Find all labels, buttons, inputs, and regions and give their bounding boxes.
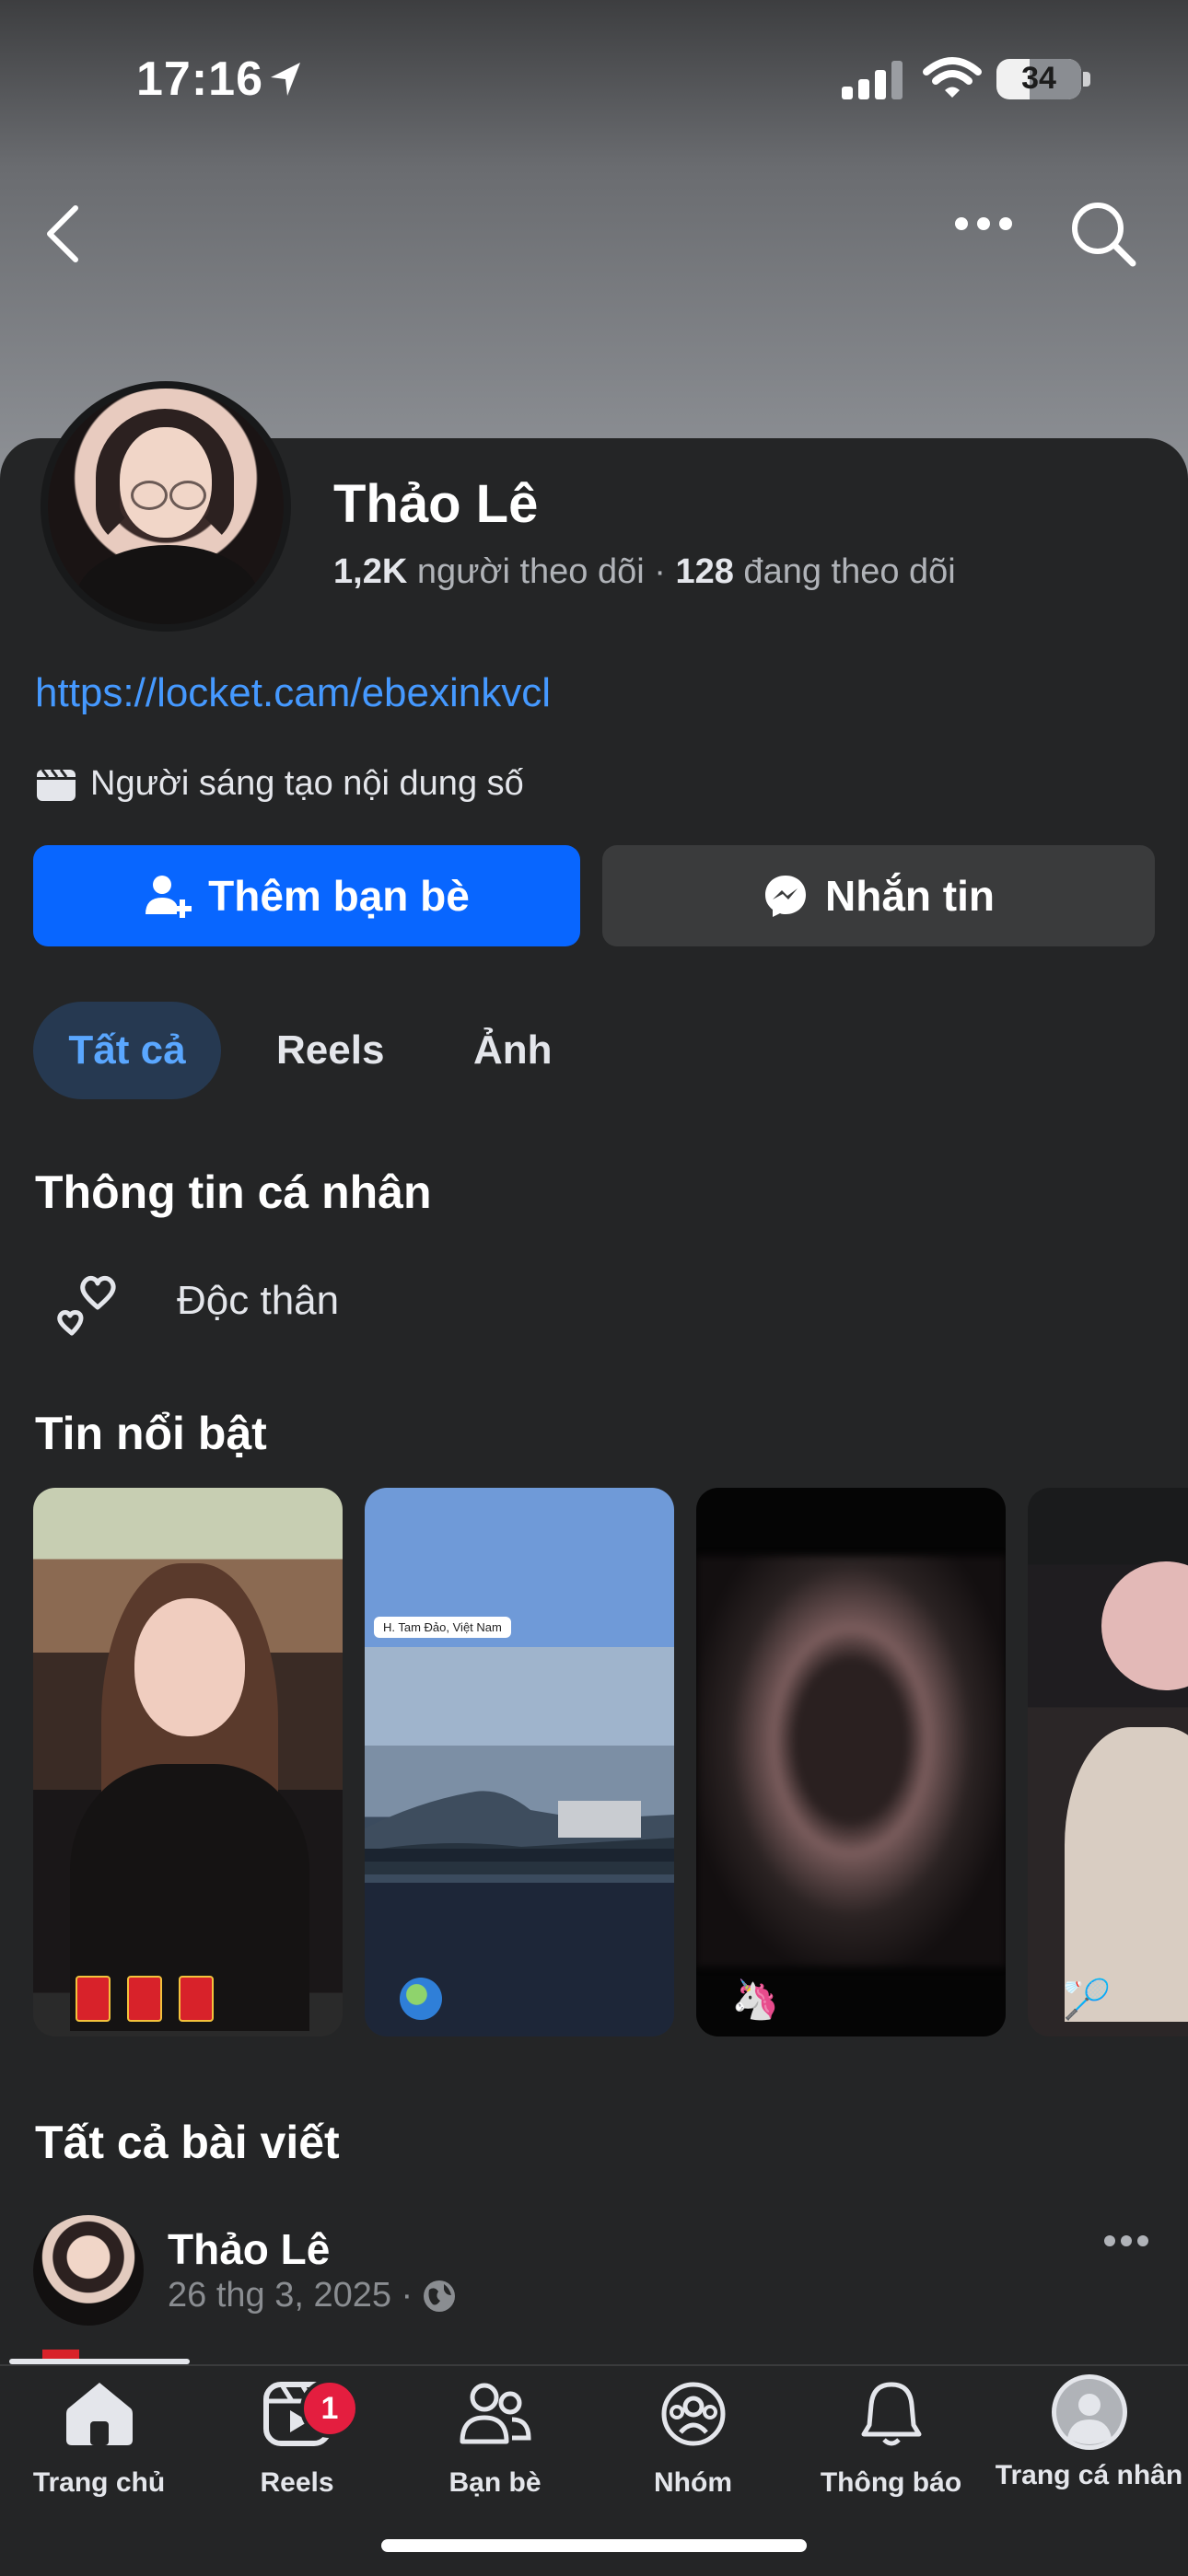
groups-icon [661, 2382, 725, 2446]
friends-icon [460, 2383, 531, 2444]
profile-name: Thảo Lê [333, 474, 539, 534]
highlight-story-1[interactable] [33, 1488, 343, 2036]
badminton-emoji: 🏸 [1063, 1978, 1112, 2021]
following-label: đang theo dõi [733, 552, 956, 591]
add-friend-icon [146, 876, 192, 918]
nav-profile-label: Trang cá nhân [995, 2460, 1183, 2490]
signal-icon [842, 61, 903, 99]
message-button[interactable]: Nhắn tin [602, 845, 1155, 946]
profile-avatar[interactable] [48, 389, 284, 624]
bell-icon [861, 2382, 921, 2446]
nav-home-label: Trang chủ [32, 2467, 166, 2498]
highlight-story-3[interactable]: 🦄 [696, 1488, 1006, 2036]
reels-badge: 1 [300, 2379, 359, 2438]
relationship-status: Độc thân [177, 1278, 340, 1323]
profile-icon [1051, 2374, 1127, 2450]
nav-notifications-label: Thông báo [820, 2467, 962, 2498]
nav-groups-label: Nhóm [654, 2467, 732, 2498]
clapperboard-icon [37, 768, 76, 801]
location-tag: H. Tam Đảo, Việt Nam [374, 1617, 511, 1638]
profile-link[interactable]: https://locket.cam/ebexinkvcl [35, 670, 551, 716]
creator-category-label: Người sáng tạo nội dung số [90, 764, 524, 803]
post-author-name[interactable]: Thảo Lê [168, 2224, 330, 2274]
nav-profile[interactable]: Trang cá nhân [990, 2374, 1188, 2491]
location-arrow-icon [271, 63, 300, 96]
nav-groups[interactable]: Nhóm [594, 2381, 792, 2499]
globe-emoji [400, 1978, 442, 2020]
post-author-avatar[interactable] [33, 2215, 144, 2326]
nav-friends[interactable]: Bạn bè [396, 2381, 594, 2499]
post-date: 26 thg 3, 2025 · [168, 2276, 457, 2315]
following-count: 128 [675, 552, 734, 591]
battery-tip [1083, 72, 1090, 87]
home-icon [65, 2383, 133, 2445]
mountain-scene [365, 1791, 674, 1874]
followers-count: 1,2K [333, 552, 408, 591]
battery-indicator: 34 [996, 59, 1081, 99]
status-time: 17:16 [136, 52, 263, 106]
search-icon[interactable] [1070, 201, 1136, 267]
globe-icon [424, 2280, 456, 2312]
nav-home[interactable]: Trang chủ [0, 2381, 198, 2499]
active-tab-indicator [9, 2359, 190, 2364]
nav-reels[interactable]: Reels [198, 2381, 396, 2499]
nav-friends-label: Bạn bè [448, 2467, 542, 2498]
hearts-icon [57, 1275, 116, 1336]
creator-category: Người sáng tạo nội dung số [35, 764, 524, 804]
highlight-story-2[interactable]: H. Tam Đảo, Việt Nam [365, 1488, 674, 2036]
post-date-text: 26 thg 3, 2025 · [168, 2276, 413, 2315]
nav-notifications[interactable]: Thông báo [792, 2381, 990, 2499]
message-label: Nhắn tin [825, 872, 995, 920]
more-options-icon[interactable] [954, 215, 1013, 232]
home-indicator [381, 2539, 807, 2552]
followers-label: người theo dõi · [407, 552, 676, 591]
relationship-row [52, 1269, 125, 1337]
battery-level: 34 [1021, 61, 1056, 96]
all-posts-title: Tất cả bài viết [35, 2117, 340, 2168]
unicorn-emoji: 🦄 [731, 1978, 780, 2021]
tab-all[interactable]: Tất cả [33, 1002, 221, 1099]
tab-photos[interactable]: Ảnh [473, 1002, 553, 1099]
tab-reels[interactable]: Reels [276, 1002, 384, 1099]
add-friend-label: Thêm bạn bè [208, 872, 470, 920]
nav-reels-label: Reels [260, 2467, 334, 2498]
follow-stats[interactable]: 1,2K người theo dõi · 128 đang theo dõi [333, 552, 956, 592]
highlights-title: Tin nổi bật [35, 1408, 267, 1459]
back-icon[interactable] [44, 204, 81, 263]
messenger-icon [765, 876, 806, 917]
highlight-story-4[interactable]: 🏸 [1028, 1488, 1188, 2036]
personal-info-title: Thông tin cá nhân [35, 1166, 432, 1218]
post-more-icon[interactable] [1103, 2234, 1149, 2248]
add-friend-button[interactable]: Thêm bạn bè [33, 845, 580, 946]
wifi-icon [923, 57, 982, 98]
